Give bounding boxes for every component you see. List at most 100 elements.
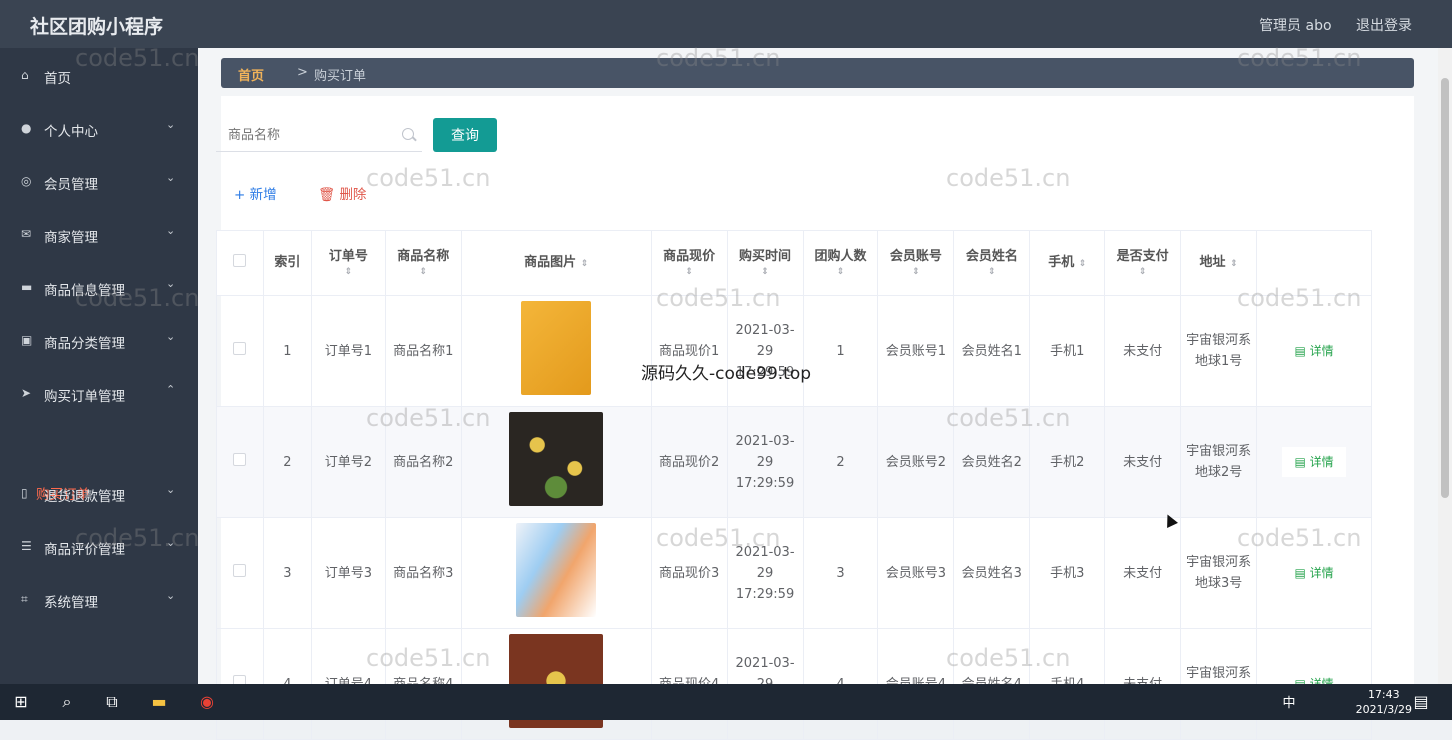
trash-icon: 🗑 bbox=[318, 187, 340, 203]
sort-icon: ⇕ bbox=[912, 267, 920, 277]
row-checkbox[interactable] bbox=[233, 341, 247, 355]
select-all-checkbox[interactable] bbox=[233, 253, 247, 267]
sort-icon: ⇕ bbox=[580, 259, 589, 269]
list-icon: ☰ bbox=[21, 539, 32, 553]
row-checkbox[interactable] bbox=[233, 563, 247, 577]
col-paid[interactable]: 是否支付 ⇕ bbox=[1104, 230, 1182, 296]
col-actions bbox=[1256, 230, 1372, 296]
sidebar-item-orders[interactable]: ➤ 购买订单管理 ⌃ bbox=[0, 379, 198, 409]
admin-label: 管理员 abo bbox=[1259, 18, 1332, 34]
col-time[interactable]: 购买时间 ⇕ bbox=[726, 230, 804, 296]
col-member[interactable]: 会员姓名 ⇕ bbox=[953, 230, 1031, 296]
taskbar: ⊞ ⌕ ⧉ ▬ ◉ 中 17:43 2021/3/29 ▤ bbox=[0, 684, 1452, 720]
sidebar: ⌂ 首页 ● 个人中心 ⌄ ◎ 会员管理 ⌄ ✉ 商家管理 ⌄ ▬ 商品信息管理… bbox=[0, 48, 198, 684]
col-image[interactable]: 商品图片 ⇕ bbox=[460, 230, 652, 296]
query-button[interactable]: 查询 bbox=[433, 118, 497, 152]
sidebar-item-refunds[interactable]: ▯ 退货退款管理 ⌄ bbox=[0, 479, 198, 509]
col-price[interactable]: 商品现价 ⇕ bbox=[650, 230, 728, 296]
chevron-down-icon: ⌄ bbox=[166, 330, 176, 343]
sort-icon: ⇕ bbox=[685, 267, 693, 277]
table-row: 2 订单号2 商品名称2 商品现价2 2021-03-29 17:29:59 2… bbox=[216, 406, 1372, 518]
main-content: 首页 > 购买订单 查询 + 新增 🗑 删除 索引 订单号⇕ 商品名称⇕ 商品图… bbox=[198, 48, 1438, 740]
search-icon[interactable]: ⌕ bbox=[56, 692, 78, 712]
product-image bbox=[509, 411, 604, 506]
sidebar-item-home[interactable]: ⌂ 首页 bbox=[0, 61, 198, 91]
task-view-icon[interactable]: ⧉ bbox=[101, 692, 123, 712]
sidebar-item-profile[interactable]: ● 个人中心 ⌄ bbox=[0, 114, 198, 144]
chevron-up-icon: ⌃ bbox=[166, 383, 176, 396]
product-image bbox=[521, 300, 592, 395]
breadcrumb: 首页 > 购买订单 bbox=[221, 58, 1414, 88]
col-name[interactable]: 商品名称 ⇕ bbox=[384, 230, 462, 296]
col-people[interactable]: 团购人数 ⇕ bbox=[802, 230, 879, 296]
detail-button[interactable]: ▤ 详情 bbox=[1282, 446, 1346, 477]
chrome-icon[interactable]: ◉ bbox=[196, 692, 218, 712]
sort-icon: ⇕ bbox=[836, 267, 845, 277]
document-icon: ▤ bbox=[1294, 565, 1310, 580]
chevron-down-icon: ⌄ bbox=[166, 536, 176, 549]
table-row: 1 订单号1 商品名称1 商品现价1 2021-03-29 17:29:59 1… bbox=[216, 295, 1372, 407]
sidebar-item-categories[interactable]: ▣ 商品分类管理 ⌄ bbox=[0, 326, 198, 356]
folder-icon[interactable]: ▬ bbox=[148, 692, 170, 712]
breadcrumb-home[interactable]: 首页 bbox=[238, 65, 264, 84]
logout-link[interactable]: 退出登录 bbox=[1356, 18, 1412, 34]
ime-indicator[interactable]: 中 bbox=[1278, 692, 1300, 712]
clock[interactable]: 17:43 2021/3/29 bbox=[1356, 687, 1412, 717]
sidebar-item-system[interactable]: ⌗ 系统管理 ⌄ bbox=[0, 585, 198, 615]
sort-icon: ⇕ bbox=[1138, 267, 1147, 277]
chevron-down-icon: ⌄ bbox=[166, 171, 176, 184]
home-icon: ⌂ bbox=[21, 68, 29, 82]
detail-button[interactable]: ▤ 详情 bbox=[1282, 335, 1346, 366]
send-icon: ➤ bbox=[21, 386, 32, 400]
table-row: 3 订单号3 商品名称3 商品现价3 2021-03-29 17:29:59 3… bbox=[216, 517, 1372, 629]
chevron-down-icon: ⌄ bbox=[166, 277, 176, 290]
document-icon: ▤ bbox=[1294, 454, 1310, 469]
sort-icon: ⇕ bbox=[1078, 259, 1087, 269]
member-icon: ◎ bbox=[21, 174, 32, 188]
user-icon: ● bbox=[21, 121, 32, 135]
notification-icon[interactable]: ▤ bbox=[1410, 692, 1432, 712]
sort-icon: ⇕ bbox=[988, 267, 996, 277]
chart-icon: ▣ bbox=[21, 333, 33, 347]
sort-icon: ⇕ bbox=[1230, 259, 1238, 269]
chevron-down-icon: ⌄ bbox=[166, 589, 176, 602]
scrollbar[interactable] bbox=[1438, 48, 1452, 684]
phone-icon: ▯ bbox=[21, 486, 28, 500]
row-checkbox[interactable] bbox=[233, 452, 247, 466]
monitor-icon: ▬ bbox=[21, 280, 33, 294]
col-order[interactable]: 订单号 ⇕ bbox=[310, 230, 386, 296]
windows-start-icon[interactable]: ⊞ bbox=[10, 692, 32, 712]
app-title: 社区团购小程序 bbox=[30, 16, 164, 38]
product-image bbox=[516, 522, 597, 617]
scrollbar-thumb[interactable] bbox=[1441, 78, 1449, 498]
sidebar-item-products[interactable]: ▬ 商品信息管理 ⌄ bbox=[0, 273, 198, 303]
search-icon bbox=[402, 128, 414, 140]
detail-button[interactable]: ▤ 详情 bbox=[1282, 557, 1346, 588]
mail-icon: ✉ bbox=[21, 227, 32, 241]
orders-table: 索引 订单号 ⇕ 商品名称 ⇕ 商品图片 ⇕ 商品现价 ⇕ 购买时间 ⇕ 团购人数 ⇕ 会… bbox=[216, 230, 1372, 740]
sidebar-item-members[interactable]: ◎ 会员管理 ⌄ bbox=[0, 167, 198, 197]
col-index: 索引 bbox=[262, 230, 312, 296]
chevron-down-icon: ⌄ bbox=[166, 483, 176, 496]
overlay-text: 源码久久-code99.top bbox=[641, 364, 812, 384]
table-header-row: 索引 订单号 ⇕ 商品名称 ⇕ 商品图片 ⇕ 商品现价 ⇕ 购买时间 ⇕ 团购人数 ⇕ 会… bbox=[216, 230, 1372, 296]
sort-icon: ⇕ bbox=[761, 267, 769, 277]
chevron-down-icon: ⌄ bbox=[166, 118, 176, 131]
sort-icon: ⇕ bbox=[419, 267, 428, 277]
col-address[interactable]: 地址 ⇕ bbox=[1180, 230, 1258, 296]
add-button[interactable]: + 新增 bbox=[234, 183, 277, 203]
crop-icon: ⌗ bbox=[21, 592, 28, 606]
top-bar: 社区团购小程序 管理员 abo 退出登录 bbox=[0, 0, 1452, 48]
chevron-down-icon: ⌄ bbox=[166, 224, 176, 237]
sort-icon: ⇕ bbox=[344, 267, 353, 277]
document-icon: ▤ bbox=[1294, 343, 1310, 358]
col-phone[interactable]: 手机 ⇕ bbox=[1029, 230, 1106, 296]
sidebar-item-reviews[interactable]: ☰ 商品评价管理 ⌄ bbox=[0, 532, 198, 562]
sidebar-item-merchants[interactable]: ✉ 商家管理 ⌄ bbox=[0, 220, 198, 250]
breadcrumb-separator: > bbox=[297, 65, 308, 80]
col-account[interactable]: 会员账号 ⇕ bbox=[877, 230, 955, 296]
search-input[interactable] bbox=[216, 120, 386, 150]
delete-button[interactable]: 🗑 删除 bbox=[318, 183, 366, 203]
search-box bbox=[216, 120, 422, 152]
breadcrumb-current: 购买订单 bbox=[314, 69, 367, 84]
